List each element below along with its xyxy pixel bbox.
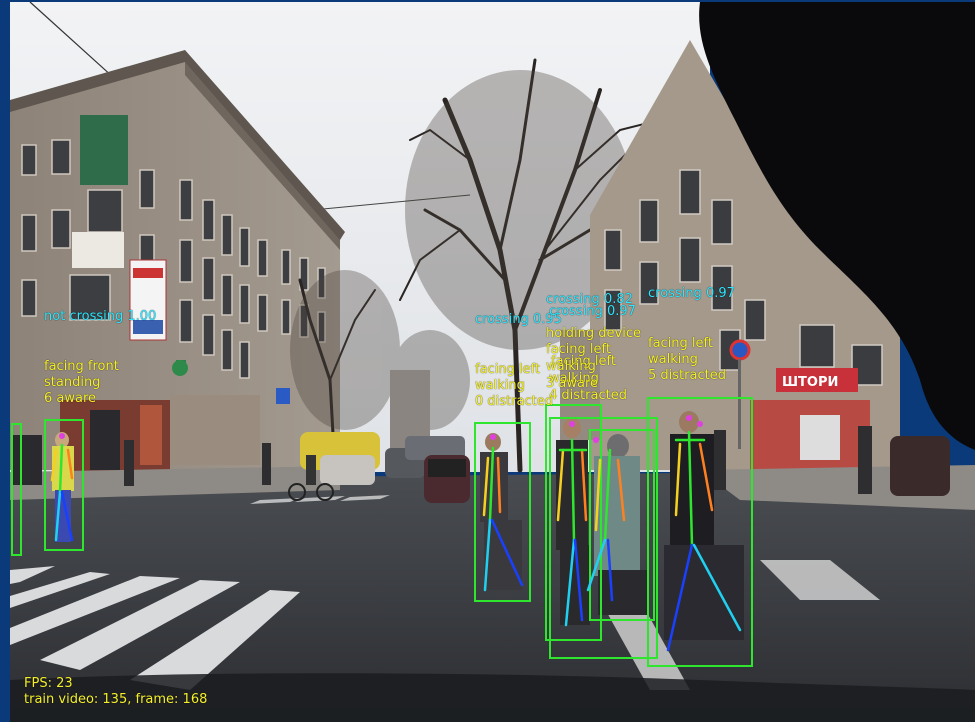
- video-frame: ШТОРИ not crossing 1.00 facing front sta…: [0, 0, 975, 722]
- crossing-score-secondary: crossing 0.97: [549, 304, 636, 319]
- attention-label: 6 aware: [44, 391, 97, 406]
- orientation-label: facing front: [44, 359, 119, 374]
- frame-info-overlay: FPS: 23 train video: 135, frame: 168: [24, 676, 207, 708]
- motion-label: walking: [475, 378, 525, 393]
- street-scene: ШТОРИ: [0, 0, 975, 722]
- svg-text:ШТОРИ: ШТОРИ: [782, 375, 838, 390]
- video-frame-readout: train video: 135, frame: 168: [24, 692, 208, 707]
- attention-label: 0 distracted: [475, 394, 553, 409]
- crossing-score: crossing 0.97: [648, 286, 735, 301]
- fps-readout: FPS: 23: [24, 676, 73, 691]
- crossing-score: not crossing 1.00: [44, 309, 157, 324]
- attention-label-secondary: 4 distracted: [549, 388, 627, 403]
- motion-label: standing: [44, 375, 101, 390]
- attention-label: 5 distracted: [648, 368, 726, 383]
- orientation-label: facing left: [475, 362, 540, 377]
- device-label: holding device: [546, 326, 641, 341]
- motion-label: walking: [648, 352, 698, 367]
- orientation-label: facing left: [648, 336, 713, 351]
